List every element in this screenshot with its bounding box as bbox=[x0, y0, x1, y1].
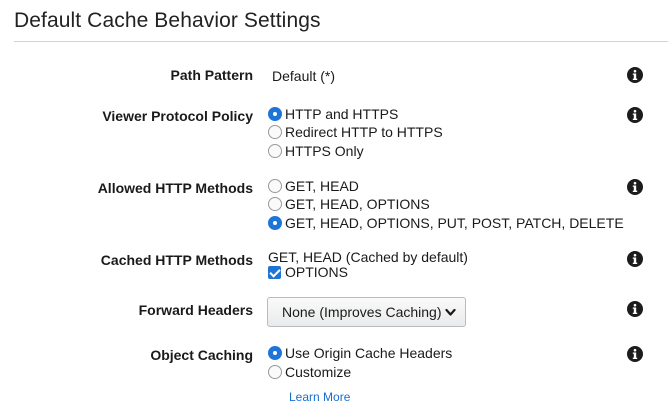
radio-label: Use Origin Cache Headers bbox=[285, 345, 453, 361]
radio-icon[interactable] bbox=[268, 125, 282, 139]
radio-selected-icon[interactable] bbox=[268, 346, 282, 360]
path-pattern-label: Path Pattern bbox=[170, 67, 253, 83]
radio-http-and-https[interactable]: HTTP and HTTPS bbox=[268, 105, 398, 123]
radio-label: GET, HEAD, OPTIONS bbox=[285, 196, 430, 212]
radio-https-only[interactable]: HTTPS Only bbox=[268, 142, 364, 160]
path-pattern-value: Default (*) bbox=[272, 68, 336, 84]
allowed-http-methods-label: Allowed HTTP Methods bbox=[97, 180, 253, 196]
radio-label: HTTP and HTTPS bbox=[285, 106, 399, 122]
radio-get-head-options[interactable]: GET, HEAD, OPTIONS bbox=[268, 195, 430, 213]
checkbox-checked-icon[interactable] bbox=[268, 265, 281, 279]
options-checkbox-row[interactable]: OPTIONS bbox=[268, 263, 348, 281]
forward-headers-value: None (Improves Caching) bbox=[282, 304, 442, 320]
info-icon[interactable] bbox=[627, 301, 643, 317]
radio-redirect-http-to-https[interactable]: Redirect HTTP to HTTPS bbox=[268, 123, 443, 141]
info-icon[interactable] bbox=[627, 107, 643, 123]
radio-label: GET, HEAD, OPTIONS, PUT, POST, PATCH, DE… bbox=[285, 215, 624, 231]
section-title: Default Cache Behavior Settings bbox=[14, 9, 321, 32]
radio-icon[interactable] bbox=[268, 179, 282, 193]
radio-all-methods[interactable]: GET, HEAD, OPTIONS, PUT, POST, PATCH, DE… bbox=[268, 214, 624, 232]
forward-headers-select[interactable]: None (Improves Caching) bbox=[267, 297, 466, 327]
radio-use-origin-cache-headers[interactable]: Use Origin Cache Headers bbox=[268, 344, 452, 362]
radio-selected-icon[interactable] bbox=[268, 107, 282, 121]
learn-more-link[interactable]: Learn More bbox=[289, 390, 350, 404]
object-caching-label: Object Caching bbox=[150, 347, 253, 363]
info-icon[interactable] bbox=[627, 67, 643, 83]
radio-selected-icon[interactable] bbox=[268, 216, 282, 230]
info-icon[interactable] bbox=[627, 179, 643, 195]
radio-get-head[interactable]: GET, HEAD bbox=[268, 177, 359, 195]
radio-label: Redirect HTTP to HTTPS bbox=[285, 124, 443, 140]
radio-label: HTTPS Only bbox=[285, 143, 364, 159]
forward-headers-label: Forward Headers bbox=[138, 302, 253, 318]
info-icon[interactable] bbox=[627, 346, 643, 362]
checkbox-label: OPTIONS bbox=[285, 264, 349, 280]
radio-icon[interactable] bbox=[268, 144, 282, 158]
radio-icon[interactable] bbox=[268, 197, 282, 211]
chevron-down-icon bbox=[445, 308, 456, 316]
radio-label: Customize bbox=[285, 364, 352, 380]
viewer-protocol-policy-label: Viewer Protocol Policy bbox=[102, 108, 253, 124]
title-divider bbox=[14, 41, 668, 42]
radio-icon[interactable] bbox=[268, 365, 282, 379]
cached-http-methods-label: Cached HTTP Methods bbox=[100, 252, 253, 268]
info-icon[interactable] bbox=[627, 251, 643, 267]
radio-customize[interactable]: Customize bbox=[268, 363, 351, 381]
radio-label: GET, HEAD bbox=[285, 178, 359, 194]
